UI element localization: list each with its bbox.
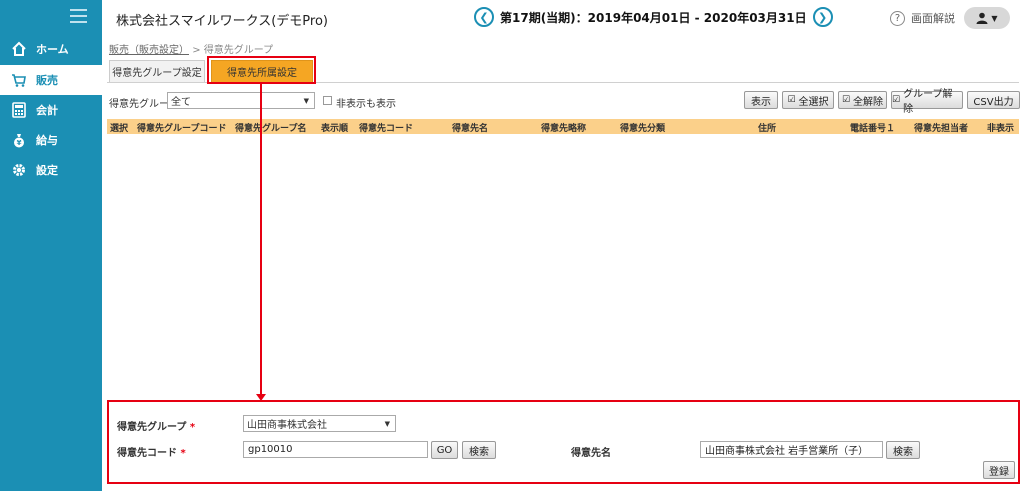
required-mark: * bbox=[189, 422, 196, 433]
sidebar-item-accounting[interactable]: 会計 bbox=[0, 95, 102, 125]
column-header[interactable]: 得意先担当者 bbox=[914, 121, 968, 134]
customer-name-label: 得意先名 bbox=[571, 448, 611, 459]
breadcrumb-parent-link[interactable]: 販売（販売設定） bbox=[109, 45, 189, 56]
sidebar-item-home[interactable]: ホーム bbox=[0, 34, 102, 64]
chevron-left-icon[interactable]: ❮ bbox=[474, 7, 494, 27]
checkbox-icon: ☑ bbox=[841, 95, 851, 105]
register-button[interactable]: 登録 bbox=[983, 461, 1015, 479]
group-field-value: 山田商事株式会社 bbox=[247, 420, 327, 431]
sidebar-item-settings[interactable]: 設定 bbox=[0, 155, 102, 185]
table-header: 選択 得意先グループコード 得意先グループ名 表示順 得意先コード 得意先名 得… bbox=[107, 119, 1019, 134]
column-header[interactable]: 住所 bbox=[758, 121, 776, 134]
show-hidden-checkbox[interactable] bbox=[323, 96, 332, 105]
sidebar-item-label: 設定 bbox=[36, 164, 58, 177]
select-all-button[interactable]: ☑ 全選択 bbox=[782, 91, 834, 109]
column-header[interactable]: 得意先分類 bbox=[620, 121, 665, 134]
select-all-label: 全選択 bbox=[798, 96, 829, 108]
column-header[interactable]: 非表示 bbox=[987, 121, 1014, 134]
tab-highlight-box bbox=[207, 56, 316, 84]
sidebar-item-label: ホーム bbox=[36, 43, 69, 56]
fiscal-period: ❮ 第17期(当期)：2019年04月01日 - 2020年03月31日 ❯ bbox=[474, 7, 833, 27]
code-field-label-text: 得意先コード bbox=[117, 448, 177, 459]
cart-icon bbox=[10, 71, 28, 89]
deselect-all-label: 全解除 bbox=[853, 96, 884, 108]
show-hidden-label: 非表示も表示 bbox=[336, 99, 396, 110]
gear-icon bbox=[10, 161, 28, 179]
company-name: 株式会社スマイルワークス(デモPro) bbox=[116, 14, 328, 29]
deselect-all-button[interactable]: ☑ 全解除 bbox=[838, 91, 887, 109]
sidebar-item-label: 会計 bbox=[36, 104, 58, 117]
group-filter-value: 全て bbox=[171, 97, 191, 108]
csv-export-button[interactable]: CSV出力 bbox=[967, 91, 1020, 109]
show-button[interactable]: 表示 bbox=[744, 91, 778, 109]
group-filter-select[interactable]: 全て ▼ bbox=[167, 92, 315, 109]
money-bag-icon: ¥ bbox=[10, 131, 28, 149]
column-header[interactable]: 得意先名 bbox=[452, 121, 488, 134]
user-icon bbox=[976, 12, 988, 24]
caret-down-icon: ▼ bbox=[384, 419, 390, 428]
chevron-right-icon[interactable]: ❯ bbox=[812, 7, 833, 27]
affiliation-form: 得意先グループ * 山田商事株式会社 ▼ 得意先コード * gp10010 GO… bbox=[107, 400, 1020, 484]
sidebar-item-payroll[interactable]: ¥ 給与 bbox=[0, 125, 102, 155]
group-field-select[interactable]: 山田商事株式会社 ▼ bbox=[243, 415, 396, 432]
calculator-icon bbox=[10, 101, 28, 119]
go-button[interactable]: GO bbox=[431, 441, 458, 459]
checkbox-icon: ☑ bbox=[892, 95, 901, 105]
column-header[interactable]: 選択 bbox=[110, 121, 128, 134]
column-header[interactable]: 得意先コード bbox=[359, 121, 413, 134]
caret-down-icon: ▼ bbox=[303, 96, 309, 105]
group-release-button[interactable]: ☑ グループ解除 bbox=[891, 89, 963, 115]
filter-row: 得意先グループ 全て ▼ 非表示も表示 表示 ☑ 全選択 ☑ 全解除 ☑ グループ解除… bbox=[109, 89, 1021, 115]
menu-icon[interactable] bbox=[70, 9, 87, 23]
required-mark: * bbox=[180, 448, 186, 459]
group-field-label-text: 得意先グループ bbox=[117, 422, 187, 433]
column-header[interactable]: 表示順 bbox=[321, 121, 348, 134]
home-icon bbox=[10, 40, 28, 58]
customer-code-input[interactable]: gp10010 bbox=[243, 441, 428, 458]
name-search-button[interactable]: 検索 bbox=[886, 441, 920, 459]
column-header[interactable]: 得意先グループ名 bbox=[235, 121, 306, 134]
sidebar-item-label: 給与 bbox=[36, 134, 58, 147]
customer-name-input[interactable]: 山田商事株式会社 岩手営業所（子） bbox=[700, 441, 883, 458]
column-header[interactable]: 電話番号１ bbox=[850, 121, 895, 134]
code-field-label: 得意先コード * bbox=[117, 444, 186, 459]
sidebar: ホーム 販売 会計 ¥ 給与 設定 bbox=[0, 0, 102, 491]
group-release-label: グループ解除 bbox=[903, 89, 953, 115]
sidebar-item-label: 販売 bbox=[36, 74, 58, 87]
group-field-label: 得意先グループ * bbox=[117, 418, 195, 433]
breadcrumb: 販売（販売設定） > 得意先グループ bbox=[109, 41, 273, 56]
breadcrumb-separator: > bbox=[192, 45, 201, 56]
caret-down-icon: ▼ bbox=[991, 13, 998, 23]
annotation-arrow-line bbox=[260, 84, 262, 396]
checkbox-icon: ☑ bbox=[787, 95, 796, 105]
code-search-button[interactable]: 検索 bbox=[462, 441, 496, 459]
period-text: 第17期(当期)：2019年04月01日 - 2020年03月31日 bbox=[500, 10, 807, 25]
svg-text:¥: ¥ bbox=[17, 139, 22, 147]
sidebar-item-sales[interactable]: 販売 bbox=[0, 65, 102, 95]
question-icon: ? bbox=[890, 10, 905, 26]
breadcrumb-current: 得意先グループ bbox=[203, 45, 274, 56]
help-link[interactable]: ? 画面解説 bbox=[890, 10, 955, 26]
column-header[interactable]: 得意先略称 bbox=[541, 121, 586, 134]
column-header[interactable]: 得意先グループコード bbox=[137, 121, 226, 134]
header: 株式会社スマイルワークス(デモPro) ❮ 第17期(当期)：2019年04月0… bbox=[102, 0, 1024, 36]
tab-customer-group-settings[interactable]: 得意先グループ設定 bbox=[109, 60, 205, 82]
user-menu-button[interactable]: ▼ bbox=[964, 7, 1010, 29]
help-label: 画面解説 bbox=[911, 12, 955, 25]
